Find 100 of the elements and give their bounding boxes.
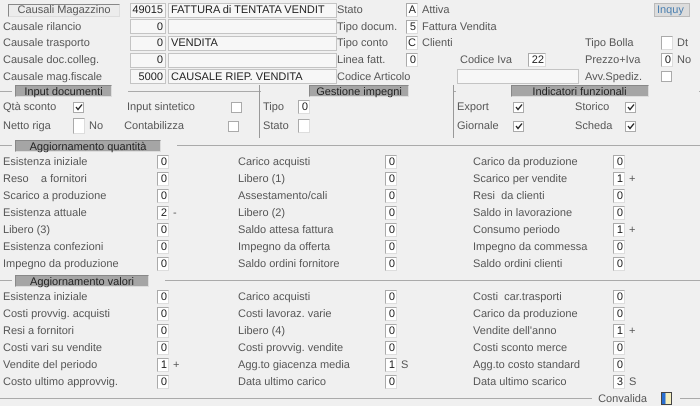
value-field: 0 (613, 155, 625, 170)
checkbox[interactable] (661, 71, 672, 82)
field-label: Vendite dell'anno (473, 324, 558, 338)
field-label: Libero (3) (3, 223, 52, 238)
article-code-field[interactable] (457, 69, 579, 84)
field-label: Costi provvig. acquisti (3, 307, 111, 322)
value-field: 0 (613, 257, 625, 272)
value-field: 0 (613, 290, 625, 304)
value-field: 0 (613, 307, 625, 322)
field-label: Contabilizza (124, 119, 185, 134)
code-field: A (406, 3, 418, 18)
checkbox[interactable] (513, 102, 524, 113)
value-field: 0 (385, 206, 397, 220)
field-label: Saldo attesa fattura (238, 223, 334, 238)
field-label: Agg.to giacenza media (238, 358, 351, 372)
field-label: Giornale (457, 119, 500, 134)
field-label: Scarico a produzione (3, 189, 108, 204)
field-label: Stato (337, 3, 364, 18)
field-label: Storico (575, 100, 610, 114)
field-label: Saldo ordini fornitore (238, 257, 341, 272)
value-field: 0 (385, 290, 397, 304)
field-label: Causale mag.fiscale (3, 70, 104, 84)
checkbox[interactable] (513, 120, 524, 132)
value-field: 0 (157, 290, 169, 304)
field-label: Assestamento/cali (238, 189, 328, 204)
field-label: Stato (263, 119, 290, 134)
value-field: 0 (613, 358, 625, 372)
description-field: FATTURA di TENTATA VENDIT (168, 2, 337, 18)
field-label: Scarico per vendite (473, 172, 568, 186)
code-field: 0 (406, 53, 418, 68)
field-label: Tipo docum. (337, 20, 398, 34)
field-label: Impegno da produzione (3, 257, 120, 272)
field-label: Prezzo+Iva (585, 53, 642, 68)
value-field: 1 (157, 358, 169, 372)
value-field: 0 (157, 223, 169, 238)
sign-label: - (173, 207, 177, 220)
check-icon (626, 103, 634, 112)
field-label: Data ultimo scarico (473, 375, 568, 390)
field-label: Input sintetico (127, 100, 196, 114)
field-value: No (89, 119, 104, 134)
checkbox[interactable] (625, 102, 636, 113)
field-label: Agg.to costo standard (473, 358, 582, 372)
value-field: 0 (385, 341, 397, 356)
toggle-icon[interactable] (661, 392, 672, 406)
field-label: Esistenza iniziale (3, 155, 88, 170)
section-header: Input documenti (15, 85, 112, 98)
field-label: Qtà sconto (3, 100, 58, 114)
field-value: Attiva (422, 3, 450, 18)
field-label: Export (457, 100, 490, 114)
section-header: Gestione impegni (309, 85, 409, 98)
field-label: Scheda (575, 119, 614, 134)
code-field: 0 (130, 19, 166, 34)
value-field: 0 (385, 375, 397, 390)
value-field: 0 (385, 257, 397, 272)
field-label: Causale trasporto (3, 36, 91, 50)
value-field: 1 (613, 324, 625, 338)
code-field: 0 (130, 36, 166, 51)
value-field: 3 (613, 375, 625, 390)
value-field: 0 (157, 324, 169, 338)
header-button[interactable]: Causali Magazzino (8, 4, 120, 17)
checkbox[interactable] (228, 120, 240, 132)
value-field: 0 (157, 240, 169, 254)
value-field: 0 (385, 155, 397, 170)
field-label: Resi a fornitori (3, 324, 75, 338)
value-field: 2 (157, 206, 169, 220)
field-label: Saldo in lavorazione (473, 206, 574, 220)
sign-label: + (629, 224, 636, 236)
check-icon (514, 103, 522, 112)
sign-label: S (629, 376, 636, 388)
value-field: 1 (385, 358, 397, 372)
value-field: 0 (157, 307, 169, 322)
field-label: Consumo periodo (473, 223, 561, 238)
field-label: Avv.Spediz. (585, 70, 644, 84)
field-value: Fattura Vendita (422, 20, 497, 34)
field-label: Libero (1) (238, 172, 286, 186)
value-field (298, 119, 310, 134)
field-label: Costi car.trasporti (473, 290, 563, 304)
field-label: Saldo ordini clienti (473, 257, 564, 272)
value-field: 0 (613, 189, 625, 204)
field-label: Costi vari su vendite (3, 341, 104, 356)
checkbox[interactable] (73, 102, 84, 113)
field-label: Carico acquisti (238, 155, 312, 170)
code-field: 22 (528, 53, 546, 68)
field-label: Reso a fornitori (3, 172, 88, 186)
value-field: 1 (613, 223, 625, 238)
field-value: Dt (677, 36, 688, 50)
value-field: 0 (385, 307, 397, 322)
field-label: Costi sconto merce (473, 341, 568, 356)
checkbox[interactable] (625, 120, 636, 132)
field-label: Carico da produzione (473, 155, 579, 170)
check-icon (74, 103, 82, 112)
value-field: 0 (385, 240, 397, 254)
field-label: Resi da clienti (473, 189, 546, 204)
field-label: Tipo Bolla (585, 36, 635, 50)
field-label: Netto riga (3, 119, 52, 134)
field-label: Data ultimo carico (238, 375, 328, 390)
field-label: Impegno da commessa (473, 240, 588, 254)
checkbox[interactable] (231, 102, 242, 113)
field-value: Clienti (422, 36, 453, 50)
value-field: 0 (613, 206, 625, 220)
